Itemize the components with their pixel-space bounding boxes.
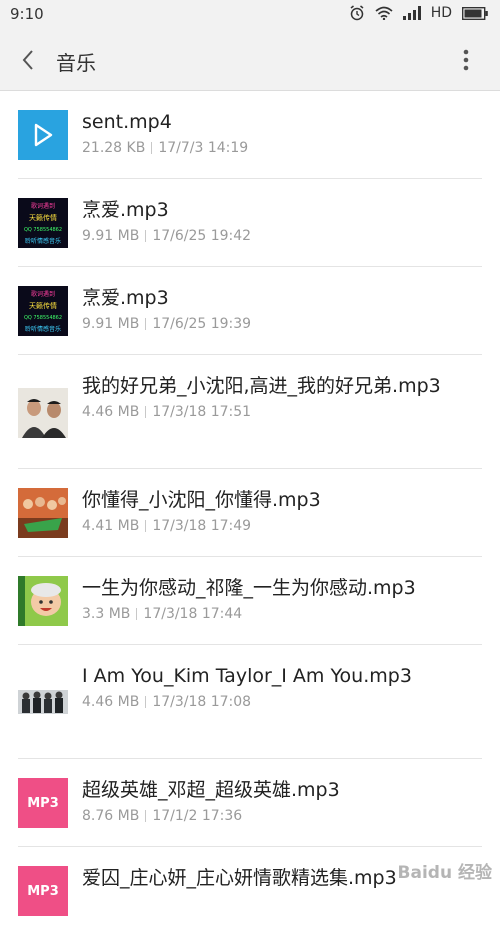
list-item[interactable]: 歌词遇到 天籁传情 QQ 758554862 聆听情感音乐 烹爱.mp3 9.9…	[0, 179, 500, 267]
file-size: 8.76 MB	[82, 808, 140, 824]
art-text: 天籁传情	[29, 213, 57, 222]
album-art-portrait	[18, 388, 68, 438]
list-item[interactable]: 歌词遇到 天籁传情 QQ 758554862 聆听情感音乐 烹爱.mp3 9.9…	[0, 267, 500, 355]
app-bar: 音乐	[0, 30, 500, 91]
art-text: 聆听情感音乐	[25, 325, 61, 333]
file-date: 17/6/25 19:39	[152, 316, 252, 332]
art-text: QQ 758554862	[24, 315, 62, 321]
file-size: 9.91 MB	[82, 316, 140, 332]
file-size: 4.41 MB	[82, 518, 140, 534]
file-date: 17/1/2 17:36	[152, 808, 243, 824]
album-art-baby	[18, 576, 68, 626]
mp3-icon: MP3	[18, 866, 68, 916]
art-text: 歌词遇到	[31, 290, 55, 298]
file-date: 17/3/18 17:08	[152, 694, 252, 710]
file-size: 4.46 MB	[82, 694, 140, 710]
video-thumbnail	[18, 110, 68, 160]
file-name: 烹爱.mp3	[82, 287, 169, 309]
file-name: sent.mp4	[82, 111, 172, 133]
mp3-icon: MP3	[18, 778, 68, 828]
page-title: 音乐	[56, 51, 96, 75]
network-type: HD	[430, 5, 452, 21]
file-name: I Am You_Kim Taylor_I Am You.mp3	[82, 665, 412, 687]
art-text: 聆听情感音乐	[25, 237, 61, 245]
chevron-left-icon	[22, 50, 33, 70]
file-size: 9.91 MB	[82, 228, 140, 244]
file-size: 4.46 MB	[82, 404, 140, 420]
status-time: 9:10	[10, 5, 44, 23]
art-text: 天籁传情	[29, 301, 57, 310]
file-date: 17/6/25 19:42	[152, 228, 252, 244]
list-item[interactable]: 我的好兄弟_小沈阳,高进_我的好兄弟.mp3 4.46 MB 17/3/18 17…	[0, 355, 500, 469]
list-item[interactable]: sent.mp4 21.28 KB 17/7/3 14:19	[0, 91, 500, 179]
status-icons: HD	[349, 5, 488, 21]
play-icon	[34, 123, 53, 147]
file-name: 我的好兄弟_小沈阳,高进_我的好兄弟.mp3	[82, 375, 441, 397]
more-options-button[interactable]	[454, 46, 478, 74]
file-date: 17/7/3 14:19	[158, 140, 249, 156]
file-size: 21.28 KB	[82, 140, 146, 156]
signal-icon	[402, 6, 421, 20]
album-art-band	[18, 678, 68, 728]
alarm-icon	[350, 5, 364, 21]
file-name: 你懂得_小沈阳_你懂得.mp3	[82, 489, 321, 511]
watermark: Baidu 经验	[397, 863, 492, 883]
more-vertical-icon	[463, 49, 469, 71]
album-art-group	[18, 488, 68, 538]
file-date: 17/3/18 17:44	[143, 606, 243, 622]
file-name: 烹爱.mp3	[82, 199, 169, 221]
file-list: sent.mp4 21.28 KB 17/7/3 14:19 歌词遇到 天籁传情 …	[0, 91, 500, 935]
list-item[interactable]: I Am You_Kim Taylor_I Am You.mp3 4.46 MB…	[0, 645, 500, 759]
file-date: 17/3/18 17:51	[152, 404, 252, 420]
status-bar: 9:10 HD	[0, 0, 500, 30]
list-item[interactable]: MP3 超级英雄_邓超_超级英雄.mp3 8.76 MB 17/1/2 17:36	[0, 759, 500, 847]
art-text: 歌词遇到	[31, 202, 55, 210]
file-name: 一生为你感动_祁隆_一生为你感动.mp3	[82, 577, 416, 599]
file-name: 爱囚_庄心妍_庄心妍情歌精选集.mp3	[82, 867, 397, 889]
file-size: 3.3 MB	[82, 606, 131, 622]
battery-icon	[462, 6, 488, 20]
list-item[interactable]: 你懂得_小沈阳_你懂得.mp3 4.41 MB 17/3/18 17:49	[0, 469, 500, 557]
wifi-icon	[375, 6, 393, 20]
art-text: QQ 758554862	[24, 227, 62, 233]
file-name: 超级英雄_邓超_超级英雄.mp3	[82, 779, 340, 801]
file-date: 17/3/18 17:49	[152, 518, 252, 534]
back-button[interactable]	[12, 44, 44, 76]
list-item[interactable]: 一生为你感动_祁隆_一生为你感动.mp3 3.3 MB 17/3/18 17:44	[0, 557, 500, 645]
album-art-neon: 歌词遇到 天籁传情 QQ 758554862 聆听情感音乐	[18, 286, 68, 336]
album-art-neon: 歌词遇到 天籁传情 QQ 758554862 聆听情感音乐	[18, 198, 68, 248]
